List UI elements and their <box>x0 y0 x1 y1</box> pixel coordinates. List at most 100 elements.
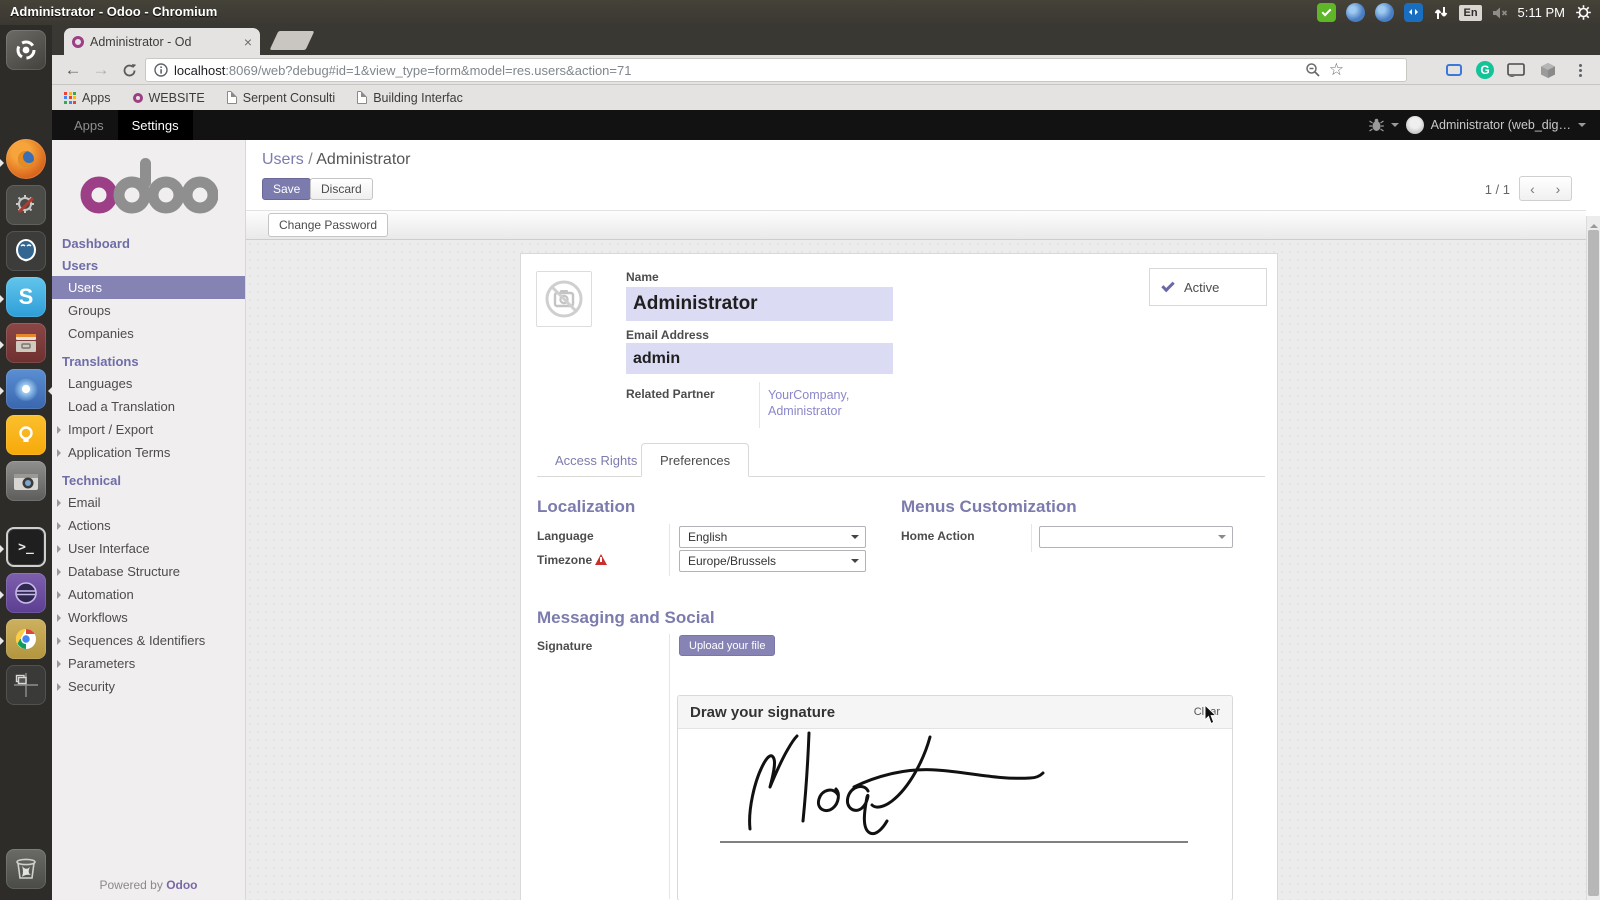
sidebar-item-languages[interactable]: Languages <box>52 372 245 395</box>
expand-arrow-icon <box>57 568 65 576</box>
sidebar-item-workflows[interactable]: Workflows <box>52 606 245 629</box>
related-partner-link[interactable]: YourCompany, Administrator <box>768 387 864 419</box>
sidebar-item-email[interactable]: Email <box>52 491 245 514</box>
page-scrollbar[interactable] <box>1586 216 1600 900</box>
bookmark-website[interactable]: WEBSITE <box>133 91 205 105</box>
browser-menu-icon[interactable] <box>1570 60 1590 80</box>
language-select[interactable]: English <box>679 526 866 548</box>
odoo-brand-link[interactable]: Odoo <box>166 878 197 892</box>
network-arrows-icon[interactable] <box>1433 5 1449 21</box>
sidebar-section-users[interactable]: Users <box>52 254 245 276</box>
change-password-button[interactable]: Change Password <box>268 213 388 237</box>
name-field-label: Name <box>626 270 659 284</box>
chromium-tray-icon-1[interactable] <box>1346 3 1365 22</box>
user-menu[interactable]: Administrator (web_dig… <box>1431 118 1571 132</box>
teamviewer-tray-icon[interactable] <box>1404 3 1423 22</box>
eclipse-icon[interactable] <box>6 573 46 613</box>
debug-caret-icon[interactable] <box>1391 123 1399 131</box>
pager-previous-button[interactable]: ‹ <box>1519 176 1546 201</box>
tab-access-rights[interactable]: Access Rights <box>537 443 655 477</box>
sidebar-item-parameters[interactable]: Parameters <box>52 652 245 675</box>
sidebar-item-groups[interactable]: Groups <box>52 299 245 322</box>
email-input[interactable] <box>626 343 893 374</box>
bookmark-building[interactable]: Building Interfac <box>357 91 463 105</box>
pager-counter: 1 / 1 <box>1485 182 1510 197</box>
terminal-icon[interactable]: >_ <box>6 527 46 567</box>
chevron-down-icon <box>851 535 859 543</box>
forward-button[interactable]: → <box>88 57 114 83</box>
sidebar-item-actions[interactable]: Actions <box>52 514 245 537</box>
cast-extension-icon[interactable] <box>1506 60 1526 80</box>
sidebar-item-users[interactable]: Users <box>52 276 245 299</box>
page-info-icon[interactable] <box>154 63 168 77</box>
keyboard-layout-indicator[interactable]: En <box>1459 5 1481 21</box>
screenshot-extension-icon[interactable] <box>1444 60 1464 80</box>
tab-close-icon[interactable]: × <box>244 35 252 49</box>
archive-manager-icon[interactable] <box>6 323 46 363</box>
user-image-placeholder[interactable] <box>536 271 592 327</box>
bookmark-apps[interactable]: Apps <box>64 91 111 105</box>
save-button[interactable]: Save <box>262 178 311 200</box>
chrome-icon[interactable] <box>6 619 46 659</box>
sidebar-section-technical[interactable]: Technical <box>52 469 245 491</box>
sidebar-item-application-terms[interactable]: Application Terms <box>52 441 245 464</box>
sidebar-item-automation[interactable]: Automation <box>52 583 245 606</box>
url-path: :8069/web?debug#id=1&view_type=form&mode… <box>225 63 631 78</box>
expand-arrow-icon <box>57 683 65 691</box>
name-input[interactable] <box>626 287 893 321</box>
back-button[interactable]: ← <box>60 57 86 83</box>
session-gear-icon[interactable] <box>1575 4 1592 21</box>
user-menu-caret-icon[interactable] <box>1578 123 1586 131</box>
discard-button[interactable]: Discard <box>310 178 373 200</box>
new-tab-button[interactable] <box>270 31 315 50</box>
sidebar-item-dashboard[interactable]: Dashboard <box>52 232 245 254</box>
camera-app-icon[interactable] <box>6 461 46 501</box>
url-bar[interactable]: localhost:8069/web?debug#id=1&view_type=… <box>145 58 1407 82</box>
active-checkbox[interactable]: Active <box>1149 268 1267 306</box>
workspace-switcher-icon[interactable] <box>6 665 46 705</box>
breadcrumb-users-link[interactable]: Users <box>262 151 304 168</box>
upload-file-button[interactable]: Upload your file <box>679 635 775 656</box>
muted-speaker-icon[interactable] <box>1492 6 1508 20</box>
chromium-tray-icon-2[interactable] <box>1375 3 1394 22</box>
grammarly-extension-icon[interactable]: G <box>1476 61 1494 79</box>
firefox-icon[interactable] <box>6 139 46 179</box>
browser-tab[interactable]: Administrator - Od × <box>64 28 260 55</box>
signature-canvas[interactable] <box>678 729 1232 900</box>
odoo-menu-settings[interactable]: Settings <box>118 110 193 140</box>
sidebar-item-user-interface[interactable]: User Interface <box>52 537 245 560</box>
clock[interactable]: 5:11 PM <box>1518 5 1565 20</box>
sidebar-section-translations[interactable]: Translations <box>52 350 245 372</box>
debug-bug-icon[interactable] <box>1369 118 1384 132</box>
skype-icon[interactable]: S <box>6 277 46 317</box>
sidebar-item-security[interactable]: Security <box>52 675 245 698</box>
omnibox-actions: ☆ <box>1305 58 1344 82</box>
cube-extension-icon[interactable] <box>1538 60 1558 80</box>
scroll-up-arrow-icon[interactable] <box>1590 220 1598 228</box>
trash-icon[interactable] <box>6 849 46 889</box>
sidebar-item-load-translation[interactable]: Load a Translation <box>52 395 245 418</box>
bookmark-serpent[interactable]: Serpent Consulti <box>227 91 335 105</box>
timezone-select[interactable]: Europe/Brussels <box>679 550 866 572</box>
sidebar-item-sequences-identifiers[interactable]: Sequences & Identifiers <box>52 629 245 652</box>
tab-preferences[interactable]: Preferences <box>641 443 749 477</box>
sidebar-item-label: Import / Export <box>68 422 153 437</box>
sidebar-item-database-structure[interactable]: Database Structure <box>52 560 245 583</box>
postgresql-icon[interactable] <box>6 231 46 271</box>
keep-notes-icon[interactable] <box>6 415 46 455</box>
signature-title: Draw your signature <box>690 704 835 721</box>
system-settings-icon[interactable] <box>6 185 46 225</box>
sidebar-item-companies[interactable]: Companies <box>52 322 245 345</box>
odoo-sidebar: Dashboard Users Users Groups Companies T… <box>52 140 246 900</box>
bookmark-star-icon[interactable]: ☆ <box>1329 60 1344 80</box>
pager-next-button[interactable]: › <box>1545 176 1572 201</box>
reload-button[interactable] <box>116 57 142 83</box>
scrollbar-thumb[interactable] <box>1588 230 1599 896</box>
chromium-launcher-icon[interactable] <box>6 369 46 409</box>
skype-tray-icon[interactable] <box>1317 3 1336 22</box>
odoo-menu-apps[interactable]: Apps <box>60 110 118 140</box>
zoom-out-icon[interactable] <box>1305 62 1321 78</box>
sidebar-item-import-export[interactable]: Import / Export <box>52 418 245 441</box>
ubuntu-dash-icon[interactable] <box>6 30 46 70</box>
home-action-select[interactable] <box>1039 526 1233 548</box>
